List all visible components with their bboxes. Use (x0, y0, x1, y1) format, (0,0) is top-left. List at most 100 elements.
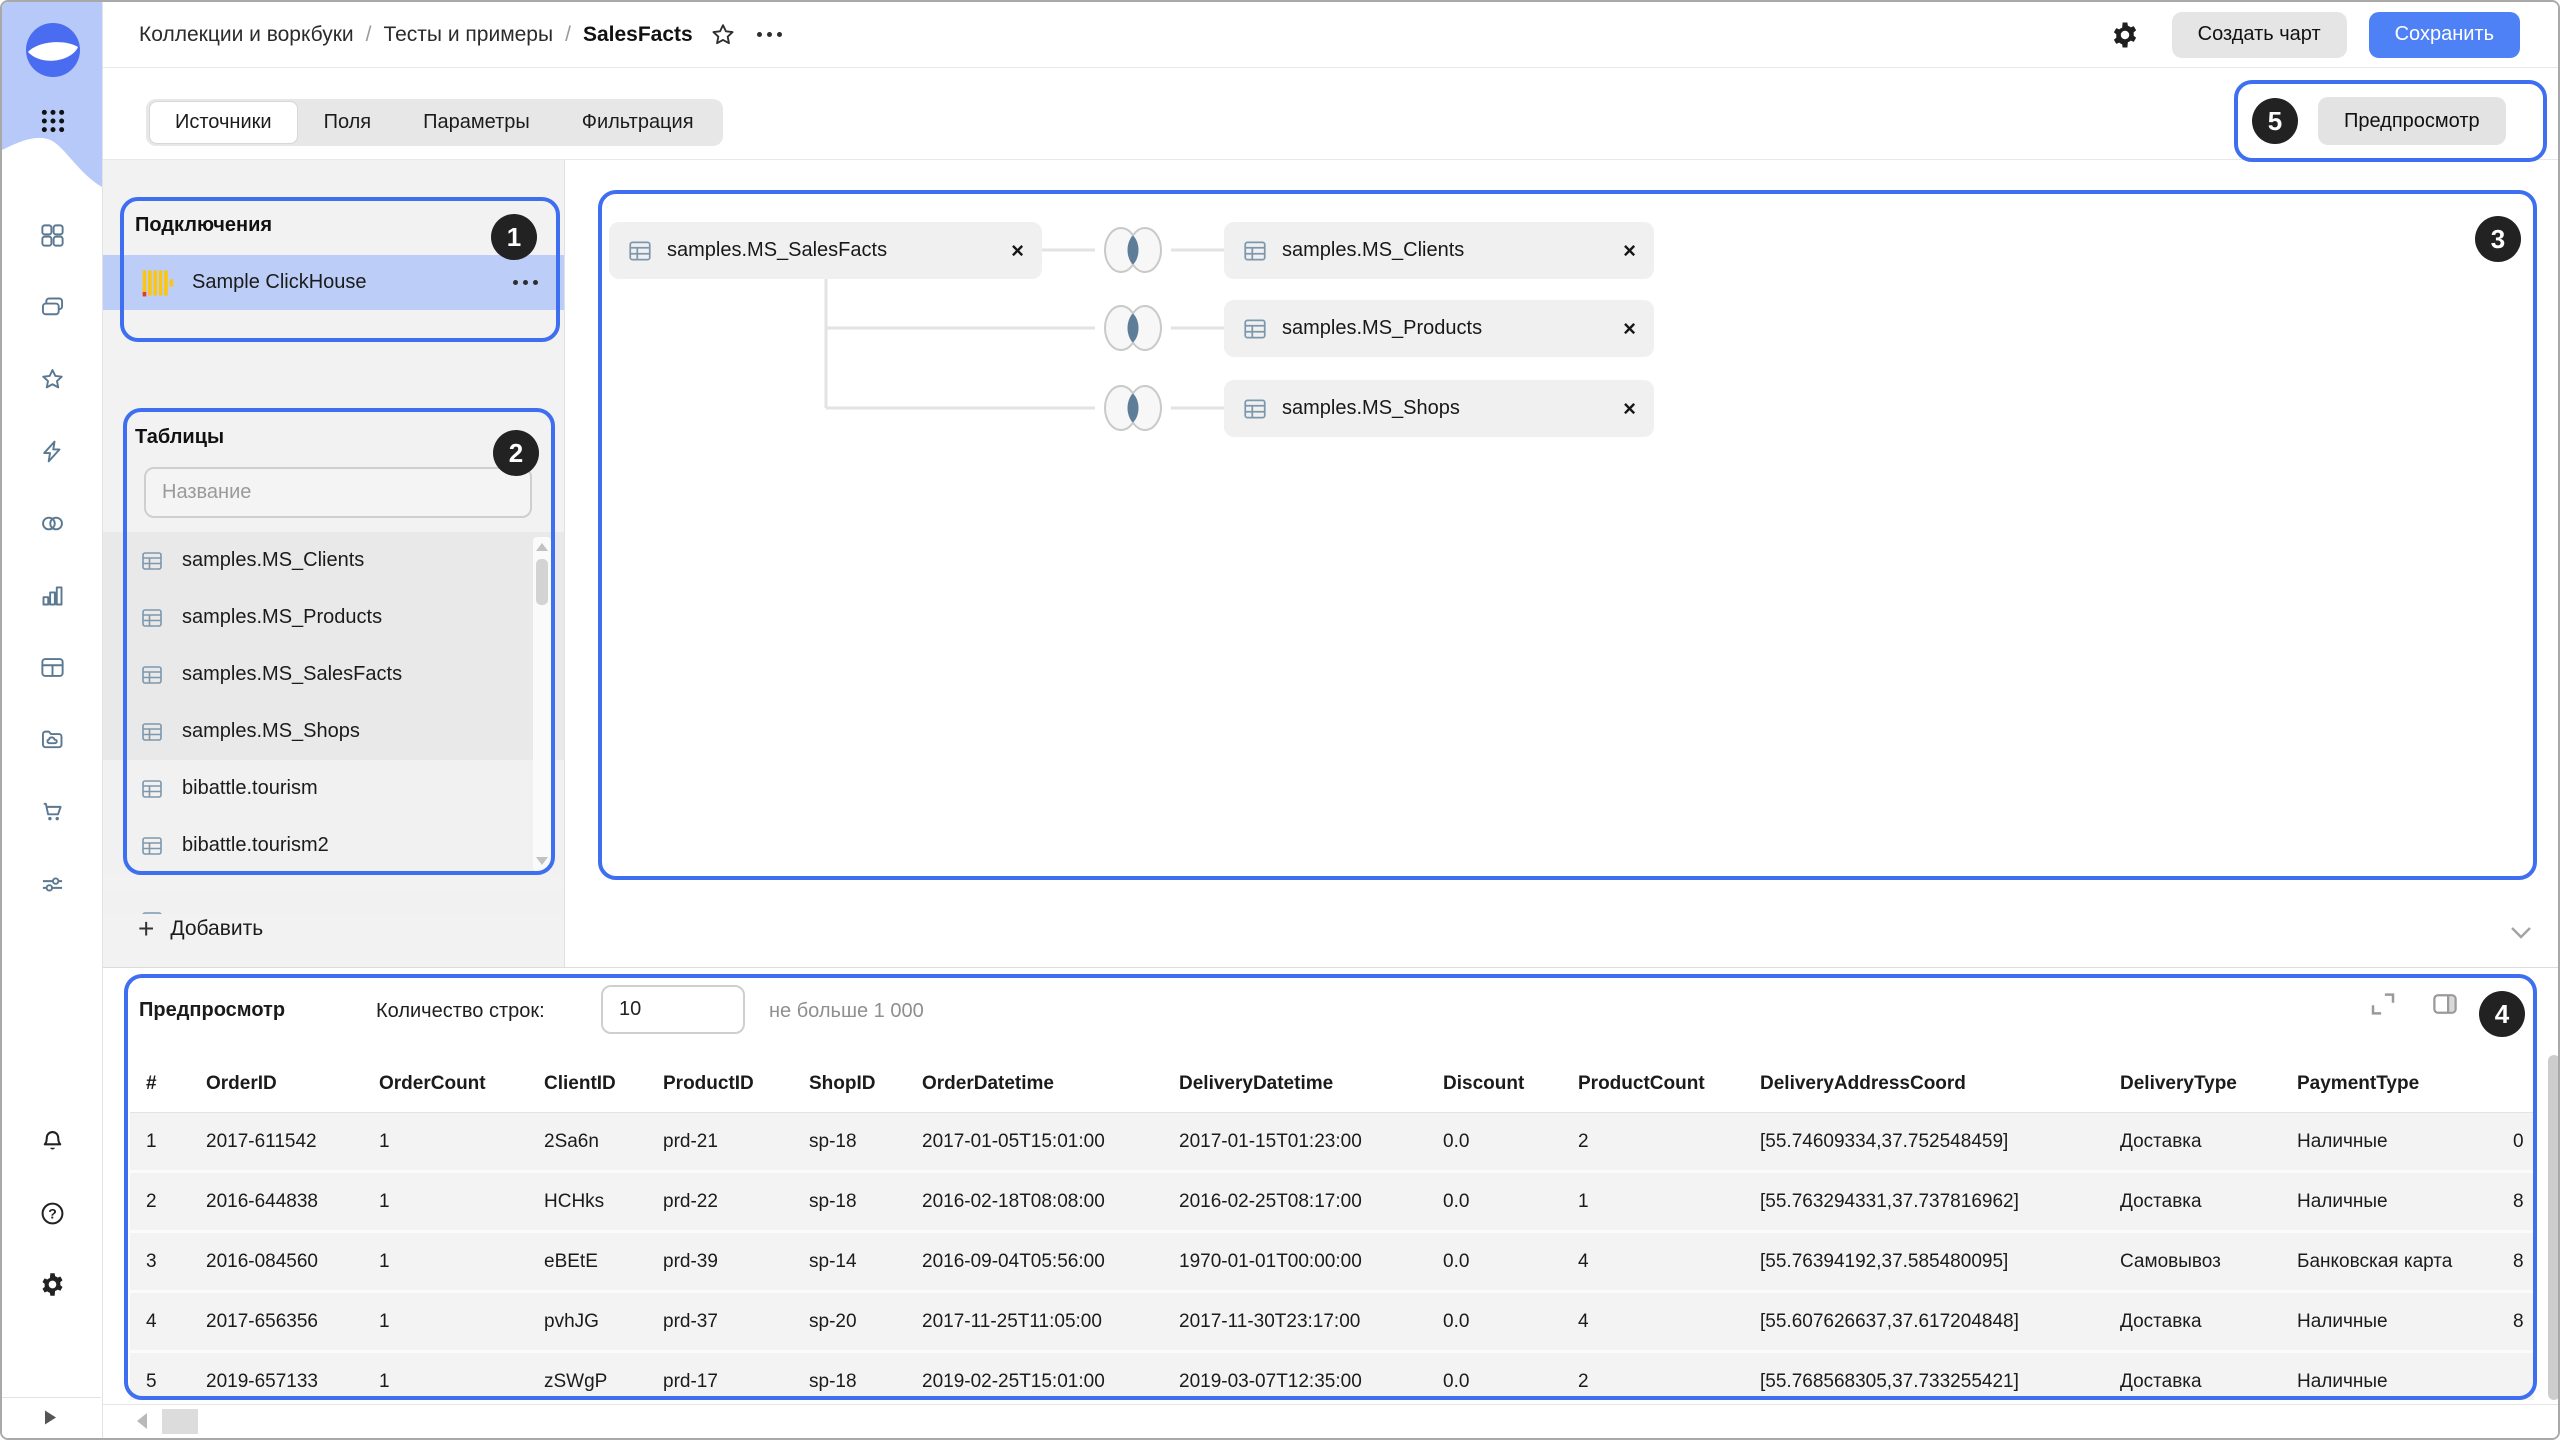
cell: 2016-02-18T08:08:00 (904, 1170, 1161, 1230)
cell: 2019-657133 (188, 1350, 361, 1400)
connections-lightning-icon[interactable] (28, 427, 76, 475)
cell: pvhJG (526, 1290, 645, 1350)
collapse-preview-chevron-icon[interactable] (2508, 924, 2534, 942)
create-chart-button[interactable]: Создать чарт (2172, 12, 2347, 58)
help-icon[interactable]: ? (28, 1189, 76, 1237)
cell: 2019-02-25T15:01:00 (904, 1350, 1161, 1400)
collections-icon[interactable] (28, 283, 76, 331)
dataset-settings-gear-icon[interactable] (2110, 20, 2140, 50)
save-button[interactable]: Сохранить (2369, 12, 2520, 58)
table-grid-icon[interactable] (28, 643, 76, 691)
editor-toolbar: Источники Поля Параметры Фильтрация 5 Пр… (102, 67, 2558, 160)
tab-parameters[interactable]: Параметры (397, 102, 556, 143)
table-icon (1242, 316, 1268, 342)
table-list-item[interactable]: bibattle.tourism (102, 760, 564, 817)
annotation-badge-5: 5 (2252, 98, 2298, 144)
settings-sliders-icon[interactable] (28, 860, 76, 908)
table-list-item[interactable]: samples.MS_Products (102, 589, 564, 646)
table-name: samples.MS_Shops (182, 720, 360, 743)
root-table-name: samples.MS_SalesFacts (667, 239, 887, 262)
table-list-item[interactable]: samples.MS_SalesFacts (102, 646, 564, 703)
table-icon (1242, 238, 1268, 264)
cell: Доставка (2102, 1290, 2279, 1350)
favorite-star-icon[interactable] (709, 21, 737, 49)
join-canvas: samples.MS_SalesFacts × samples.MS_Clien… (565, 159, 2558, 967)
cell: 2016-09-04T05:56:00 (904, 1230, 1161, 1290)
scroll-down-icon[interactable] (536, 857, 548, 865)
inner-join-icon[interactable] (1095, 300, 1171, 356)
table-list-item[interactable]: samples.MS_Clients (102, 532, 564, 589)
storage-folder-icon[interactable] (28, 715, 76, 763)
cell: sp-20 (791, 1290, 904, 1350)
breadcrumb-workbook[interactable]: Тесты и примеры (383, 23, 553, 47)
apps-grid-icon[interactable] (40, 108, 66, 134)
connection-more-icon[interactable] (513, 270, 538, 296)
breadcrumb-collections[interactable]: Коллекции и воркбуки (139, 23, 354, 47)
joined-table-card[interactable]: samples.MS_Shops × (1224, 380, 1654, 437)
joined-table-card[interactable]: samples.MS_Products × (1224, 300, 1654, 357)
cell: Банковская карта (2279, 1230, 2495, 1290)
annotation-badge-3: 3 (2475, 216, 2521, 262)
table-name: bibattle.tourism2 (182, 834, 329, 857)
table-list-item[interactable]: bibattle.tourism2 (102, 817, 564, 874)
inner-join-icon[interactable] (1095, 222, 1171, 278)
plus-icon: + (138, 915, 154, 943)
charts-icon[interactable] (28, 571, 76, 619)
tab-fields[interactable]: Поля (298, 102, 398, 143)
favorites-star-icon[interactable] (28, 355, 76, 403)
datasets-venn-icon[interactable] (28, 499, 76, 547)
table-icon (627, 238, 653, 264)
add-table-label: Добавить (170, 917, 263, 941)
cell: 0.0 (1425, 1290, 1560, 1350)
add-table-button[interactable]: + Добавить (138, 909, 263, 949)
remove-table-icon[interactable]: × (1011, 240, 1024, 262)
remove-table-icon[interactable]: × (1623, 318, 1636, 340)
dashboard-icon[interactable] (28, 211, 76, 259)
more-menu-icon[interactable] (757, 22, 782, 48)
remove-table-icon[interactable]: × (1623, 398, 1636, 420)
cell: 8 (2495, 1290, 2534, 1350)
table-icon (140, 777, 164, 801)
bell-icon[interactable] (28, 1117, 76, 1165)
cell: 1 (130, 1113, 188, 1170)
marketplace-cart-icon[interactable] (28, 787, 76, 835)
scrollbar-thumb[interactable] (536, 559, 548, 605)
tables-list-scrollbar[interactable] (533, 537, 551, 871)
cell: [55.74609334,37.752548459] (1742, 1113, 2102, 1170)
cell: sp-18 (791, 1170, 904, 1230)
cell: 2Sa6n (526, 1113, 645, 1170)
svg-text:?: ? (48, 1205, 57, 1221)
table-search-input[interactable] (144, 467, 532, 518)
side-panel-layout-icon[interactable] (2430, 989, 2460, 1019)
remove-table-icon[interactable]: × (1623, 240, 1636, 262)
cell: 2017-11-30T23:17:00 (1161, 1290, 1425, 1350)
connection-name: Sample ClickHouse (192, 271, 367, 294)
topbar-actions: Создать чарт Сохранить (2110, 12, 2558, 58)
expand-preview-icon[interactable] (2368, 989, 2398, 1019)
joined-table-card[interactable]: samples.MS_Clients × (1224, 222, 1654, 279)
gear-icon[interactable] (28, 1260, 76, 1308)
cell: prd-22 (645, 1170, 791, 1230)
annotation-badge-2: 2 (493, 430, 539, 476)
cell: 5 (130, 1350, 188, 1400)
row-count-input[interactable] (601, 985, 745, 1034)
tab-filtering[interactable]: Фильтрация (556, 102, 720, 143)
table-list-item[interactable]: samples.MS_Shops (102, 703, 564, 760)
hscrollbar-thumb[interactable] (162, 1409, 198, 1434)
preview-vertical-scrollbar[interactable] (2548, 1055, 2560, 1400)
table-icon (140, 720, 164, 744)
preview-toggle-button[interactable]: Предпросмотр (2318, 97, 2506, 145)
root-table-card[interactable]: samples.MS_SalesFacts × (609, 222, 1042, 279)
preview-title: Предпросмотр (139, 999, 285, 1022)
play-icon[interactable] (38, 1406, 62, 1430)
datalens-logo[interactable] (23, 20, 83, 80)
scroll-up-icon[interactable] (536, 543, 548, 551)
cell: zSWgP (526, 1350, 645, 1400)
scroll-left-icon[interactable] (137, 1413, 147, 1429)
tab-sources[interactable]: Источники (149, 101, 298, 144)
connection-item[interactable]: Sample ClickHouse (102, 255, 564, 310)
left-rail: ? (2, 2, 103, 1438)
cell: 0.0 (1425, 1350, 1560, 1400)
inner-join-icon[interactable] (1095, 380, 1171, 436)
cell: 2017-656356 (188, 1290, 361, 1350)
